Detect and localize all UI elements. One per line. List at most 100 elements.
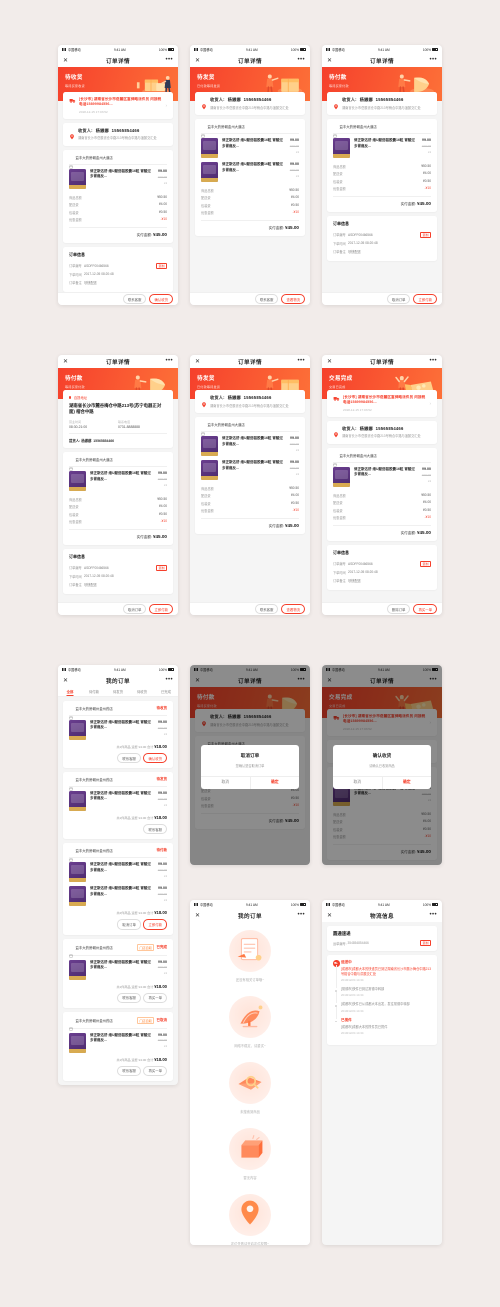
receiver-address-card[interactable]: 收货人:杨娜娜 15565854466 湖南省长沙市岳麓省仓中路213号稍合中路与… xyxy=(195,390,305,414)
product-row[interactable]: 修正斯达舒 维U颠茄铝胶囊16粒 胃酸过多胃痛反... ¥9.00¥10.00x1 xyxy=(201,158,299,183)
order-action-再买一单[interactable]: 再买一单 xyxy=(143,992,167,1003)
action-取消订单[interactable]: 取消订单 xyxy=(386,293,411,305)
battery-label: 100% xyxy=(158,667,167,672)
tab-待发货[interactable]: 待发货 xyxy=(106,687,130,696)
receiver-address-card[interactable]: 收货人:杨娜娜 15565854466 湖南省长沙市岳麓省仓中路213号稍合中路与… xyxy=(327,92,437,116)
shipping-notice-card[interactable]: [长沙市] 湖南省长沙市岳麓区富绅略派件员 问接税电话15899984556..… xyxy=(327,390,437,417)
order-action-联系客服[interactable]: 联系客服 xyxy=(117,753,141,764)
order-list-item[interactable]: 益丰大药房朝州金州药店 待发货 修正斯达舒 维U颠茄铝胶囊16粒 胃酸过多胃痛反..… xyxy=(63,772,173,840)
order-total-value: ¥18.00 xyxy=(154,815,167,821)
modal-cancel-button[interactable]: 取消 xyxy=(201,777,250,789)
order-action-确认收货[interactable]: 确认收货 xyxy=(143,753,167,764)
product-row[interactable]: 修正斯达舒 维U颠茄铝胶囊16粒 胃酸过多胃痛反... ¥9.00¥10.00x1 xyxy=(69,956,167,980)
receiver-address-card[interactable]: 收货人:杨娜娜 15565854466 湖南省长沙市岳麓省仓中路213号稍合中路与… xyxy=(327,420,437,445)
action-删除订单[interactable]: 删除订单 xyxy=(386,603,411,615)
store-row[interactable]: 益丰大药房朝金州大道店 xyxy=(201,422,299,436)
order-info-card: 订单信息 订单编号 ASDFF00466566 复制 下单时间 2017-12-05 08… xyxy=(327,544,437,590)
store-row[interactable]: 益丰大药房朝金州大道店 xyxy=(201,124,299,138)
copy-button[interactable]: 复制 xyxy=(155,564,167,571)
order-action-联系客服[interactable]: 联系客服 xyxy=(117,1065,141,1076)
order-total-label: 实付金额: xyxy=(136,232,152,237)
shipping-notice-card[interactable]: [长沙市] 湖南省长沙市岳麓区富绅略派件员 问接税电话15899984556..… xyxy=(63,92,173,119)
order-total-label: 实付金额: xyxy=(268,523,284,528)
action-取消订单[interactable]: 取消订单 xyxy=(122,603,147,615)
receiver-address-card[interactable]: 收货人:杨娜娜 15565854466 湖南省长沙市岳麓省仓中路213号稍合中路与… xyxy=(195,92,305,116)
store-name: 益丰大药房朝金州大道店 xyxy=(75,458,113,463)
tab-已完成[interactable]: 已完成 xyxy=(154,687,178,696)
product-row[interactable]: 修正斯达舒 维U颠茄铝胶囊16粒 胃酸过多胃痛反... ¥9.00¥10.00x1 xyxy=(333,134,431,159)
modal-confirm-button[interactable]: 确定 xyxy=(249,776,300,789)
product-row[interactable]: 修正斯达舒 维U颠茄铝胶囊16粒 胃酸过多胃痛反... ¥9.00¥10.00x1 xyxy=(69,858,167,883)
product-row[interactable]: 修正斯达舒 维U颠茄铝胶囊16粒 胃酸过多胃痛反... ¥9.00¥10.00x1 xyxy=(69,165,167,190)
order-store-row[interactable]: 益丰大药房朝州金州药店 门店自取 已完成 xyxy=(69,943,167,958)
action-联系客服[interactable]: 联系客服 xyxy=(254,293,279,305)
order-store-row[interactable]: 益丰大药房朝州金州药店 门店自取 已取消 xyxy=(69,1016,167,1031)
battery-label: 100% xyxy=(290,47,299,52)
store-row[interactable]: 益丰大药房朝金州大道店 xyxy=(333,453,431,467)
copy-button[interactable]: 复制 xyxy=(419,231,431,238)
tab-待收货[interactable]: 待收货 xyxy=(130,687,154,696)
fee-value: ¥4.00 xyxy=(291,195,299,200)
order-list-item[interactable]: 益丰大药房朝州金州药店 待付款 修正斯达舒 维U颠茄铝胶囊16粒 胃酸过多胃痛反..… xyxy=(63,843,173,935)
product-thumbnail xyxy=(69,169,86,190)
store-icon xyxy=(333,125,337,138)
modal-cancel-button[interactable]: 取消 xyxy=(333,777,382,789)
chevron-right-icon[interactable]: › xyxy=(166,103,168,108)
copy-button[interactable]: 复制 xyxy=(155,262,167,269)
order-list[interactable]: 益丰大药房朝州金州药店 待收货 修正斯达舒 维U颠茄铝胶囊16粒 胃酸过多胃痛反..… xyxy=(58,697,178,1085)
order-list-item[interactable]: 益丰大药房朝州金州药店 门店自取 已取消 修正斯达舒 维U颠茄铝胶囊16粒 胃酸过多胃… xyxy=(63,1011,173,1081)
order-list-item[interactable]: 益丰大药房朝州金州药店 门店自取 已完成 修正斯达舒 维U颠茄铝胶囊16粒 胃酸过多胃… xyxy=(63,938,173,1008)
store-row[interactable]: 益丰大药房朝金州大道店 xyxy=(69,155,167,169)
modal-confirm-button[interactable]: 确定 xyxy=(381,776,432,789)
fee-breakdown: 商品总额 ¥50.50 配送费 ¥4.00 包装费 ¥0.50 优惠金额 -¥10 xyxy=(201,182,299,216)
fee-value: -¥10 xyxy=(292,508,299,513)
action-立即付款[interactable]: 立即付款 xyxy=(413,293,437,305)
order-total-label: 合计 xyxy=(147,816,154,821)
order-action-联系客服[interactable]: 联系客服 xyxy=(117,992,141,1003)
tab-全部[interactable]: 全部 xyxy=(58,687,82,696)
store-row[interactable]: 益丰大药房朝金州大道店 xyxy=(69,457,167,471)
action-联系客服[interactable]: 联系客服 xyxy=(122,293,147,305)
action-立即付款[interactable]: 立即付款 xyxy=(149,603,173,615)
fee-value: ¥50.50 xyxy=(421,163,431,168)
chevron-right-icon[interactable]: › xyxy=(430,401,432,406)
product-row[interactable]: 修正斯达舒 维U颠茄铝胶囊16粒 胃酸过多胃痛反... ¥9.00¥10.00x1 xyxy=(69,1029,167,1053)
product-row[interactable]: 修正斯达舒 维U颠茄铝胶囊16粒 胃酸过多胃痛反... ¥9.00¥10.00x1 xyxy=(69,787,167,812)
product-row[interactable]: 修正斯达舒 维U颠茄铝胶囊16粒 胃酸过多胃痛反... ¥9.00¥10.00x1 xyxy=(69,716,167,740)
order-store-row[interactable]: 益丰大药房朝州金州药店 待付款 xyxy=(69,848,167,862)
action-查看物流[interactable]: 查看物流 xyxy=(281,603,305,615)
order-list-item[interactable]: 益丰大药房朝州金州药店 待收货 修正斯达舒 维U颠茄铝胶囊16粒 胃酸过多胃痛反..… xyxy=(63,701,173,769)
copy-button[interactable]: 复制 xyxy=(419,940,431,946)
order-info-row: 下单时间 2017-12-05 08:20:48 xyxy=(69,572,167,580)
product-row[interactable]: 修正斯达舒 维U颠茄铝胶囊16粒 胃酸过多胃痛反... ¥9.00¥10.00x1 xyxy=(69,467,167,492)
order-info-card: 订单信息 订单编号 ASDFF00466566 复制 下单时间 2017-12-05 08… xyxy=(327,215,437,261)
product-row[interactable]: 修正斯达舒 维U颠茄铝胶囊16粒 胃酸过多胃痛反... ¥9.00¥10.00x1 xyxy=(201,134,299,159)
receiver-label: 收货人: xyxy=(342,425,357,431)
store-row[interactable]: 益丰大药房朝金州大道店 xyxy=(333,124,431,138)
copy-button[interactable]: 复制 xyxy=(419,560,431,567)
fee-value: ¥0.50 xyxy=(423,507,431,512)
action-确认收货[interactable]: 确认收货 xyxy=(149,293,173,305)
nav-bar: ✕ 订单详情 ••• xyxy=(190,54,310,67)
order-store-row[interactable]: 益丰大药房朝州金州药店 待发货 xyxy=(69,777,167,791)
product-row[interactable]: 修正斯达舒 维U颠茄铝胶囊16粒 胃酸过多胃痛反... ¥9.00¥10.00x1 xyxy=(201,456,299,481)
action-再买一单[interactable]: 再买一单 xyxy=(413,603,437,615)
action-联系客服[interactable]: 联系客服 xyxy=(254,603,279,615)
order-action-联系客服[interactable]: 联系客服 xyxy=(143,824,167,835)
order-store-row[interactable]: 益丰大药房朝州金州药店 待收货 xyxy=(69,706,167,719)
product-row[interactable]: 修正斯达舒 维U颠茄铝胶囊16粒 胃酸过多胃痛反... ¥9.00¥10.00x1 xyxy=(333,463,431,488)
location-pin-icon xyxy=(333,97,339,109)
receiver-address-card[interactable]: 收货人:杨娜娜 15565854466 湖南省长沙市岳麓省仓中路213号稍合中路与… xyxy=(63,122,173,147)
product-row[interactable]: 修正斯达舒 维U颠茄铝胶囊16粒 胃酸过多胃痛反... ¥9.00¥10.00x1 xyxy=(201,432,299,457)
phone-screen: 中国移动 9:41 AM 100% ✕ 订单详情 ••• 交易完成 交易已完成 [长沙市] 湖南… xyxy=(322,665,442,865)
product-row[interactable]: 修正斯达舒 维U颠茄铝胶囊16粒 胃酸过多胃痛反... ¥9.00¥10.00x1 xyxy=(69,882,167,907)
product-price: ¥9.00 xyxy=(158,169,167,174)
order-action-取消订单[interactable]: 取消订单 xyxy=(117,919,141,930)
empty-state-text: 网络不稳定，请重试~ xyxy=(234,1044,266,1048)
order-info-key: 订单备注 xyxy=(333,579,346,584)
pickup-address-card[interactable]: 自提地址 湖南省长沙市麓谷梅仓中路213号(苏宁电器正对面) 榕合中路 营业时间 08… xyxy=(63,390,173,449)
action-查看物流[interactable]: 查看物流 xyxy=(281,293,305,305)
order-action-再买一单[interactable]: 再买一单 xyxy=(143,1065,167,1076)
order-action-立即付款[interactable]: 立即付款 xyxy=(143,919,167,930)
tab-待付款[interactable]: 待付款 xyxy=(82,687,106,696)
